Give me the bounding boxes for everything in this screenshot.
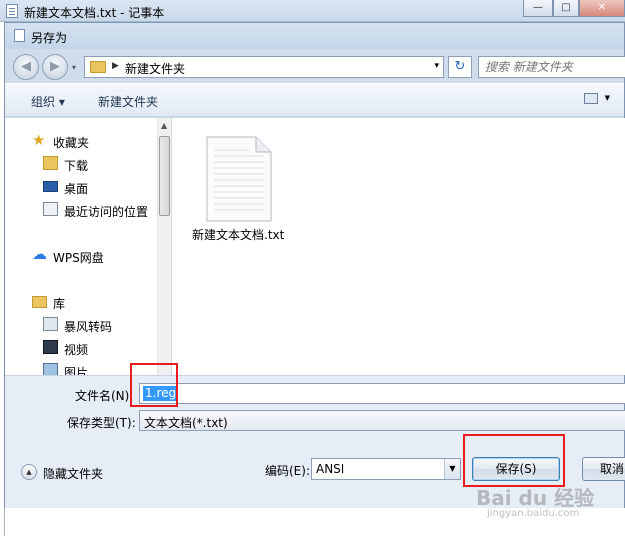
filetype-label: 保存类型(T): [67,416,136,430]
filename-value[interactable]: 1.reg [143,386,179,401]
new-folder-button[interactable]: 新建文件夹 [98,93,158,110]
navigation-pane: ★ 收藏夹 下载 桌面 最近访问的位置 ☁ WPS网盘 库 暴风转码 视频 图片 [5,118,157,375]
organize-menu[interactable]: 组织 ▾ [31,93,65,110]
notepad-title-bar: 新建文本文档.txt - 记事本 — □ ✕ [0,0,625,22]
notepad-icon [6,4,18,18]
pictures-icon [43,363,58,375]
sidebar-item-label: 视频 [64,343,89,357]
encoding-label: 编码(E): [265,464,310,478]
video-icon [43,340,58,354]
breadcrumb-arrow-icon[interactable]: ▶ [112,61,119,71]
watermark-logo: Bai du 经验 [476,486,595,510]
dialog-title-bar: 另存为 [5,23,624,49]
sidebar-item-label: 图片 [64,366,89,375]
file-name-label[interactable]: 新建文本文档.txt [192,226,284,243]
video-library-icon [43,317,58,331]
toolbar: 组织 ▾ 新建文件夹 ▼ [5,83,624,117]
breadcrumb-current[interactable]: 新建文件夹 [125,60,185,77]
sidebar-item-label: 库 [53,297,66,311]
file-list-pane: 新建文本文档.txt [172,118,625,375]
recent-places-icon [43,202,58,216]
recent-locations-dropdown-icon[interactable]: ▾ [72,63,76,72]
hide-folders-label[interactable]: 隐藏文件夹 [43,465,103,482]
forward-button[interactable]: ▶ [42,54,68,80]
scroll-up-icon[interactable]: ▲ [161,121,167,130]
view-dropdown-icon[interactable]: ▼ [605,94,610,102]
refresh-button[interactable]: ↻ [448,56,472,78]
filetype-select[interactable]: 文本文档(*.txt) [139,410,625,431]
edit-area-border [4,508,5,536]
search-box[interactable] [478,56,625,78]
close-button[interactable]: ✕ [579,0,625,17]
notepad-title: 新建文本文档.txt - 记事本 [24,6,165,20]
library-icon [32,296,47,308]
save-button[interactable]: 保存(S) [472,457,560,481]
watermark-url: jingyan.baidu.com [487,508,580,519]
download-folder-icon [43,156,58,170]
desktop-icon [43,181,58,192]
sidebar-item-label: WPS网盘 [53,251,104,265]
encoding-select[interactable]: ANSI ▼ [311,458,461,480]
cancel-button[interactable]: 取消 [582,457,625,481]
sidebar-item-label: 下载 [64,159,89,173]
minimize-button[interactable]: — [523,0,553,17]
sidebar-item-label: 最近访问的位置 [64,205,149,219]
view-options-icon[interactable] [584,93,598,104]
address-row: ◀ ▶ ▾ ▶ 新建文件夹 ▾ ↻ [5,49,625,83]
filename-input[interactable]: 1.reg [139,383,625,404]
filetype-value[interactable]: 文本文档(*.txt) [144,414,228,431]
scrollbar-thumb[interactable] [159,136,170,216]
text-file-icon [206,136,272,222]
dialog-title: 另存为 [31,31,68,45]
folder-icon [90,61,106,73]
document-icon [14,29,25,42]
encoding-value[interactable]: ANSI [316,462,344,476]
save-as-dialog: 另存为 ◀ ▶ ▾ ▶ 新建文件夹 ▾ ↻ 组织 ▾ 新建文件夹 ▼ ★ 收藏夹… [4,22,625,509]
star-icon: ★ [32,131,46,149]
sidebar-item-label: 暴风转码 [64,320,113,334]
maximize-button[interactable]: □ [553,0,579,17]
address-bar[interactable]: ▶ 新建文件夹 ▾ [84,56,444,78]
sidebar-item-label: 收藏夹 [53,136,90,150]
address-dropdown-icon[interactable]: ▾ [434,61,439,71]
search-input[interactable] [485,59,615,75]
cloud-icon: ☁ [32,245,47,263]
chevron-up-icon[interactable]: ▲ [21,464,37,480]
navigation-scrollbar[interactable]: ▲ [157,118,171,375]
file-item[interactable] [206,136,272,222]
sidebar-item-label: 桌面 [64,182,89,196]
chevron-down-icon[interactable]: ▼ [444,459,460,479]
filename-label: 文件名(N): [75,389,134,403]
back-button[interactable]: ◀ [13,54,39,80]
